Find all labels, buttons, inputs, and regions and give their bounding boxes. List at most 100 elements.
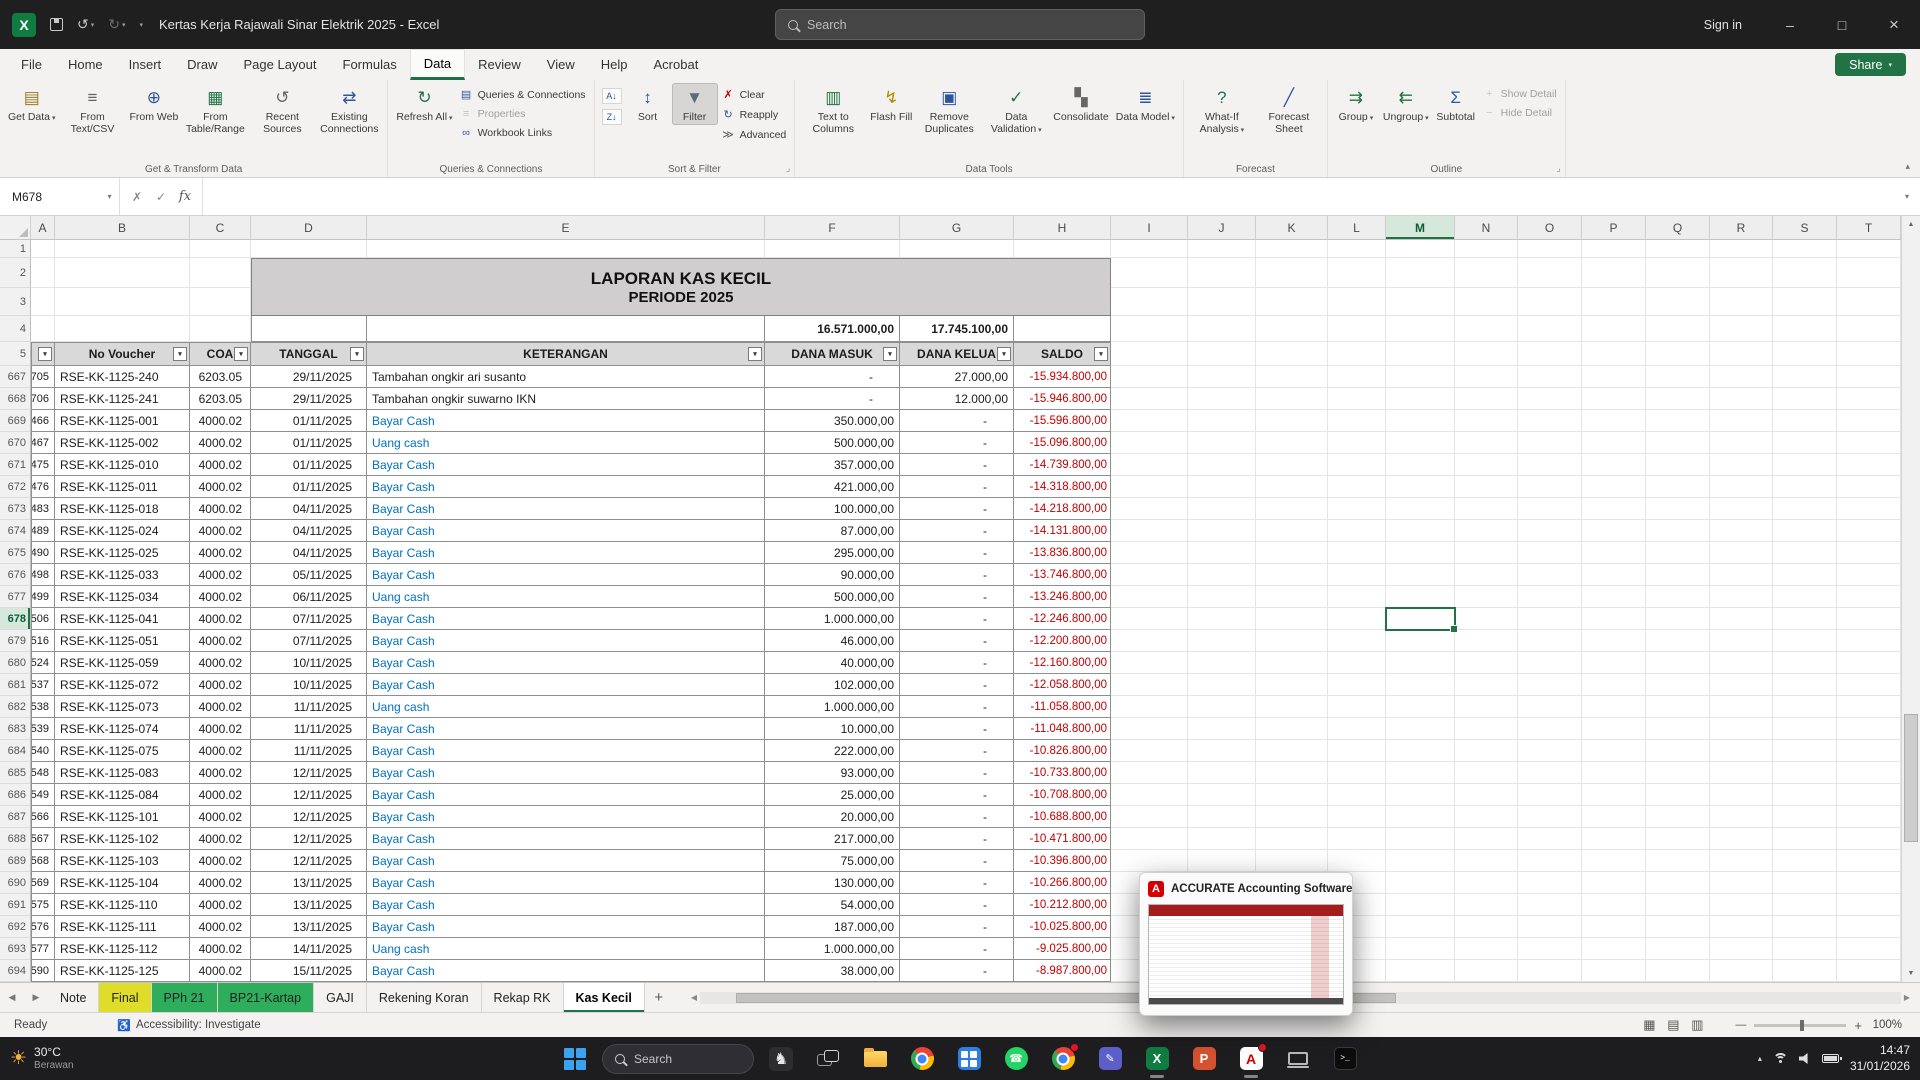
cell[interactable] bbox=[1455, 288, 1518, 316]
cell[interactable]: 13/11/2025 bbox=[251, 916, 367, 938]
accurate-preview-popup[interactable]: A ACCURATE Accounting Software bbox=[1139, 872, 1353, 1016]
cell[interactable] bbox=[1773, 586, 1837, 608]
filter-dropdown-icon[interactable]: ▾ bbox=[234, 347, 248, 361]
column-header-a[interactable]: A bbox=[31, 216, 55, 239]
cell[interactable] bbox=[765, 240, 900, 258]
cell[interactable] bbox=[1837, 872, 1901, 894]
ribbon-group[interactable]: ⇉Group ▾ bbox=[1333, 83, 1379, 125]
column-header-n[interactable]: N bbox=[1455, 216, 1518, 239]
ribbon-ungroup[interactable]: ⇇Ungroup ▾ bbox=[1380, 83, 1432, 125]
cell[interactable] bbox=[55, 240, 190, 258]
cell[interactable] bbox=[1455, 784, 1518, 806]
cell[interactable]: -13.836.800,00 bbox=[1014, 542, 1111, 564]
row-header-676[interactable]: 676 bbox=[0, 564, 31, 586]
cell[interactable] bbox=[1386, 850, 1455, 872]
cell[interactable] bbox=[1256, 740, 1328, 762]
cell[interactable]: Bayar Cash bbox=[367, 740, 765, 762]
cell[interactable] bbox=[1582, 608, 1646, 630]
cell[interactable] bbox=[1646, 288, 1710, 316]
filter-header-n[interactable]: N▾ bbox=[31, 342, 55, 366]
ribbon-hide-detail[interactable]: −Hide Detail bbox=[1480, 106, 1560, 120]
cell[interactable]: 12/11/2025 bbox=[251, 784, 367, 806]
row-header-681[interactable]: 681 bbox=[0, 674, 31, 696]
cell[interactable] bbox=[1710, 342, 1773, 366]
sheet-tab-rekap-rk[interactable]: Rekap RK bbox=[482, 983, 564, 1012]
cell[interactable] bbox=[1014, 240, 1111, 258]
cell[interactable]: 476 bbox=[31, 476, 55, 498]
cell[interactable]: 01/11/2025 bbox=[251, 454, 367, 476]
cell[interactable] bbox=[1582, 916, 1646, 938]
cell[interactable] bbox=[1188, 806, 1256, 828]
cell[interactable] bbox=[190, 240, 251, 258]
cell[interactable]: 540 bbox=[31, 740, 55, 762]
cell[interactable]: 539 bbox=[31, 718, 55, 740]
cell[interactable]: - bbox=[765, 388, 900, 410]
cell[interactable]: 538 bbox=[31, 696, 55, 718]
menu-tab-acrobat[interactable]: Acrobat bbox=[641, 49, 712, 80]
cell[interactable]: -9.025.800,00 bbox=[1014, 938, 1111, 960]
cell[interactable] bbox=[1710, 696, 1773, 718]
cell[interactable]: Bayar Cash bbox=[367, 718, 765, 740]
cell[interactable] bbox=[1837, 542, 1901, 564]
column-header-r[interactable]: R bbox=[1710, 216, 1773, 239]
dialog-launcher-icon[interactable]: ⌟ bbox=[786, 163, 790, 174]
cell[interactable]: 498 bbox=[31, 564, 55, 586]
cell[interactable] bbox=[1518, 938, 1582, 960]
cell[interactable] bbox=[1773, 850, 1837, 872]
cell[interactable] bbox=[1188, 674, 1256, 696]
accurate-app[interactable]: A bbox=[1231, 1039, 1271, 1079]
cell[interactable] bbox=[1710, 718, 1773, 740]
cell[interactable]: 4000.02 bbox=[190, 520, 251, 542]
cell[interactable] bbox=[1837, 288, 1901, 316]
cell[interactable]: 489 bbox=[31, 520, 55, 542]
cell[interactable]: 295.000,00 bbox=[765, 542, 900, 564]
cell[interactable] bbox=[1646, 652, 1710, 674]
cell[interactable] bbox=[1386, 564, 1455, 586]
cell[interactable]: Bayar Cash bbox=[367, 608, 765, 630]
cell[interactable]: Bayar Cash bbox=[367, 476, 765, 498]
taskbar-search[interactable]: Search bbox=[602, 1044, 754, 1074]
cell[interactable]: - bbox=[900, 498, 1014, 520]
cell[interactable]: Bayar Cash bbox=[367, 894, 765, 916]
cell[interactable] bbox=[1773, 828, 1837, 850]
cell[interactable] bbox=[1386, 586, 1455, 608]
cell[interactable] bbox=[1455, 674, 1518, 696]
cell[interactable] bbox=[1455, 696, 1518, 718]
row-header-669[interactable]: 669 bbox=[0, 410, 31, 432]
cell[interactable] bbox=[1773, 476, 1837, 498]
cell[interactable]: Bayar Cash bbox=[367, 520, 765, 542]
cell[interactable] bbox=[1256, 564, 1328, 586]
cell[interactable] bbox=[1646, 828, 1710, 850]
column-header-p[interactable]: P bbox=[1582, 216, 1646, 239]
cell[interactable]: 4000.02 bbox=[190, 784, 251, 806]
cell[interactable] bbox=[1455, 960, 1518, 982]
menu-tab-data[interactable]: Data bbox=[410, 49, 465, 80]
cell[interactable]: Bayar Cash bbox=[367, 498, 765, 520]
row-header-683[interactable]: 683 bbox=[0, 718, 31, 740]
cell[interactable] bbox=[1386, 784, 1455, 806]
cell[interactable] bbox=[1455, 938, 1518, 960]
share-button[interactable]: Share ▾ bbox=[1835, 53, 1906, 76]
cell[interactable] bbox=[1582, 564, 1646, 586]
cell[interactable] bbox=[251, 316, 367, 342]
filter-header-saldo[interactable]: SALDO▾ bbox=[1014, 342, 1111, 366]
cell[interactable]: 506 bbox=[31, 608, 55, 630]
ribbon-existing-connections[interactable]: ⇄Existing Connections bbox=[316, 83, 382, 137]
cell[interactable]: Bayar Cash bbox=[367, 762, 765, 784]
cell[interactable]: -10.733.800,00 bbox=[1014, 762, 1111, 784]
filter-dropdown-icon[interactable]: ▾ bbox=[997, 347, 1011, 361]
cell[interactable] bbox=[1111, 316, 1188, 342]
cell[interactable] bbox=[1710, 366, 1773, 388]
cell[interactable]: 4000.02 bbox=[190, 828, 251, 850]
cell[interactable] bbox=[1386, 258, 1455, 288]
ribbon-from-web[interactable]: ⊕From Web bbox=[127, 83, 182, 125]
cell[interactable] bbox=[251, 240, 367, 258]
notes-app[interactable]: ✎ bbox=[1090, 1039, 1130, 1079]
ribbon-data-validation[interactable]: ✓Data Validation ▾ bbox=[983, 83, 1049, 137]
cell[interactable] bbox=[1710, 762, 1773, 784]
cell[interactable] bbox=[1837, 432, 1901, 454]
cell[interactable]: 567 bbox=[31, 828, 55, 850]
cell[interactable] bbox=[1646, 432, 1710, 454]
ribbon-sort-za[interactable]: Z↓ bbox=[602, 109, 622, 125]
menu-tab-view[interactable]: View bbox=[534, 49, 588, 80]
